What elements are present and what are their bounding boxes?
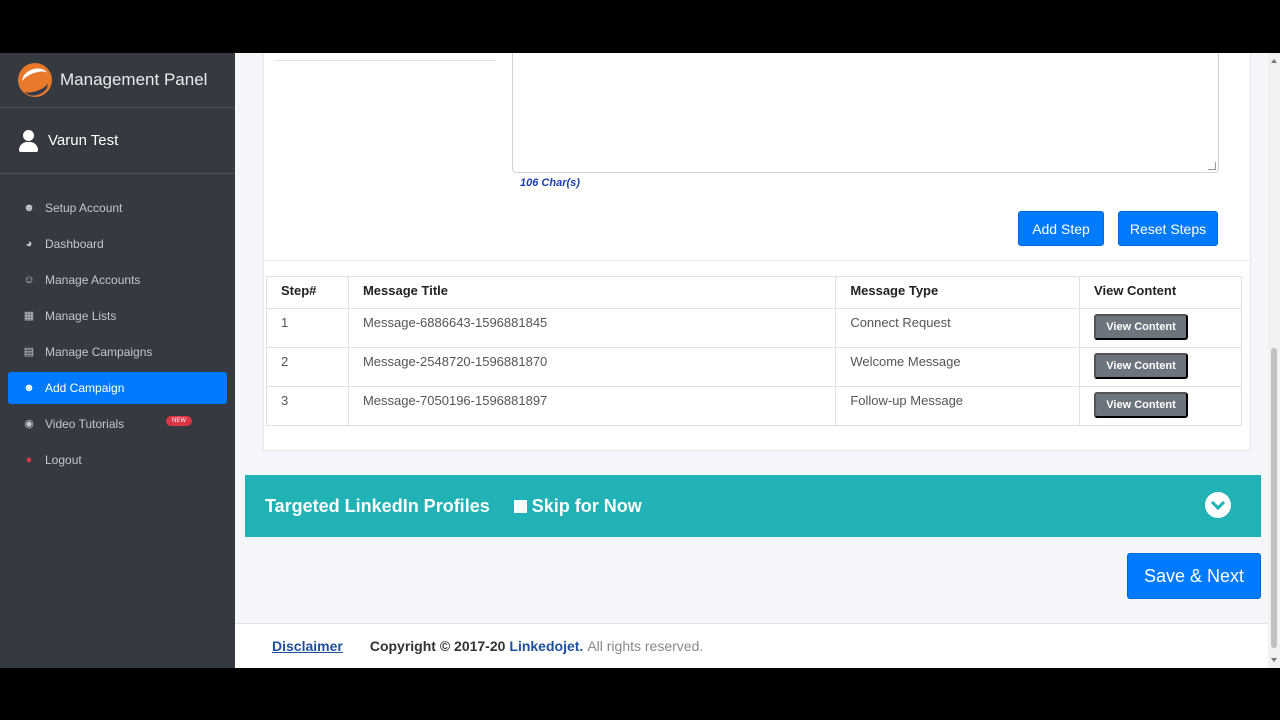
user-plus-icon: ☻: [23, 202, 35, 214]
users-group-icon: ☻: [23, 382, 35, 394]
reset-steps-button[interactable]: Reset Steps: [1118, 211, 1218, 246]
sidebar-nav: ☻ Setup Account ◕ Dashboard ☺ Manage Acc…: [0, 174, 235, 478]
sidebar-item-setup-account[interactable]: ☻ Setup Account: [8, 190, 227, 226]
add-step-button[interactable]: Add Step: [1018, 211, 1104, 246]
sidebar-item-logout[interactable]: ● Logout: [8, 442, 227, 478]
users-icon: ☺: [23, 274, 35, 286]
linkedojet-link[interactable]: Linkedojet.: [509, 638, 583, 654]
targeted-profiles-title: Targeted LinkedIn Profiles: [265, 495, 490, 516]
view-content-button[interactable]: View Content: [1094, 353, 1189, 379]
scrollbar-thumb[interactable]: [1271, 348, 1277, 648]
cell-view-content: View Content: [1079, 386, 1242, 426]
sidebar-item-label: Video Tutorials: [45, 417, 125, 431]
table-row: 1 Message-6886643-1596881845 Connect Req…: [266, 308, 1242, 348]
targeted-profiles-header[interactable]: Targeted LinkedIn Profiles Skip for Now: [245, 475, 1261, 537]
char-count: 106 Char(s): [520, 177, 580, 189]
column-header-step: Step#: [266, 276, 349, 309]
sidebar-item-label: Manage Accounts: [45, 273, 141, 287]
message-textarea[interactable]: [512, 53, 1219, 173]
scroll-down-icon[interactable]: [1271, 658, 1277, 662]
cell-view-content: View Content: [1079, 308, 1242, 348]
cell-message-title: Message-6886643-1596881845: [347, 308, 837, 348]
brand-logo-icon: [18, 63, 52, 97]
user-icon: [18, 129, 40, 153]
sidebar-item-label: Add Campaign: [45, 381, 125, 395]
cell-step: 2: [266, 347, 349, 387]
cell-view-content: View Content: [1079, 347, 1242, 387]
view-content-button[interactable]: View Content: [1094, 392, 1189, 418]
column-header-view-content: View Content: [1079, 276, 1242, 309]
view-content-button[interactable]: View Content: [1094, 314, 1189, 340]
table-header-row: Step# Message Title Message Type View Co…: [266, 276, 1242, 309]
skip-checkbox[interactable]: [513, 499, 527, 513]
sidebar-item-dashboard[interactable]: ◕ Dashboard: [8, 226, 227, 262]
cell-step: 1: [266, 308, 349, 348]
sidebar-item-label: Dashboard: [45, 237, 104, 251]
cell-message-title: Message-7050196-1596881897: [347, 386, 837, 426]
scroll-up-icon[interactable]: [1271, 59, 1277, 63]
power-icon: ●: [25, 454, 33, 466]
cell-message-type: Welcome Message: [835, 347, 1081, 387]
sidebar-item-label: Logout: [45, 453, 82, 467]
play-circle-icon: ◉: [24, 418, 34, 430]
user-name: Varun Test: [48, 132, 119, 149]
cell-message-title: Message-2548720-1596881870: [347, 347, 837, 387]
brand[interactable]: Management Panel: [0, 53, 235, 108]
brand-title: Management Panel: [60, 70, 208, 89]
skip-for-now-toggle[interactable]: Skip for Now: [513, 495, 642, 517]
cell-message-type: Connect Request: [835, 308, 1081, 348]
sidebar-item-label: Setup Account: [45, 201, 123, 215]
rights-text: All rights reserved.: [587, 638, 704, 654]
footer: Disclaimer Copyright © 2017-20 Linkedoje…: [235, 623, 1268, 668]
sidebar-item-label: Manage Lists: [45, 309, 117, 323]
steps-card: Step# Message Title Message Type View Co…: [263, 261, 1251, 451]
user-panel[interactable]: Varun Test: [0, 108, 235, 174]
app-frame: Management Panel Varun Test ☻ Setup Acco…: [0, 53, 1280, 668]
list-icon: ▦: [23, 310, 35, 322]
sidebar-item-video-tutorials[interactable]: ◉ Video Tutorials NEW: [8, 406, 227, 442]
message-editor-card: 106 Char(s) Add Step Reset Steps: [263, 53, 1251, 261]
column-header-message-type: Message Type: [835, 276, 1081, 309]
sidebar-item-add-campaign[interactable]: ☻ Add Campaign: [8, 372, 227, 404]
sidebar: Management Panel Varun Test ☻ Setup Acco…: [0, 53, 235, 668]
main-content: 106 Char(s) Add Step Reset Steps Step# M…: [235, 53, 1268, 668]
chevron-down-icon[interactable]: [1205, 492, 1231, 518]
campaign-icon: ▤: [23, 346, 35, 358]
cell-step: 3: [266, 386, 349, 426]
table-row: 2 Message-2548720-1596881870 Welcome Mes…: [266, 347, 1242, 387]
dashboard-gauge-icon: ◕: [25, 238, 33, 250]
cell-message-type: Follow-up Message: [835, 386, 1081, 426]
table-row: 3 Message-7050196-1596881897 Follow-up M…: [266, 386, 1242, 426]
column-header-message-title: Message Title: [347, 276, 837, 309]
step-selector-box: [274, 53, 496, 61]
page-scrollbar[interactable]: [1268, 53, 1280, 668]
disclaimer-link[interactable]: Disclaimer: [272, 638, 343, 654]
skip-label: Skip for Now: [531, 495, 642, 516]
sidebar-item-manage-campaigns[interactable]: ▤ Manage Campaigns: [8, 334, 227, 370]
sidebar-item-manage-accounts[interactable]: ☺ Manage Accounts: [8, 262, 227, 298]
save-next-button[interactable]: Save & Next: [1127, 553, 1261, 599]
sidebar-item-label: Manage Campaigns: [45, 345, 153, 359]
steps-table: Step# Message Title Message Type View Co…: [266, 276, 1242, 426]
new-badge: NEW: [166, 416, 192, 426]
sidebar-item-manage-lists[interactable]: ▦ Manage Lists: [8, 298, 227, 334]
copyright-text: Copyright © 2017-20: [369, 638, 506, 654]
